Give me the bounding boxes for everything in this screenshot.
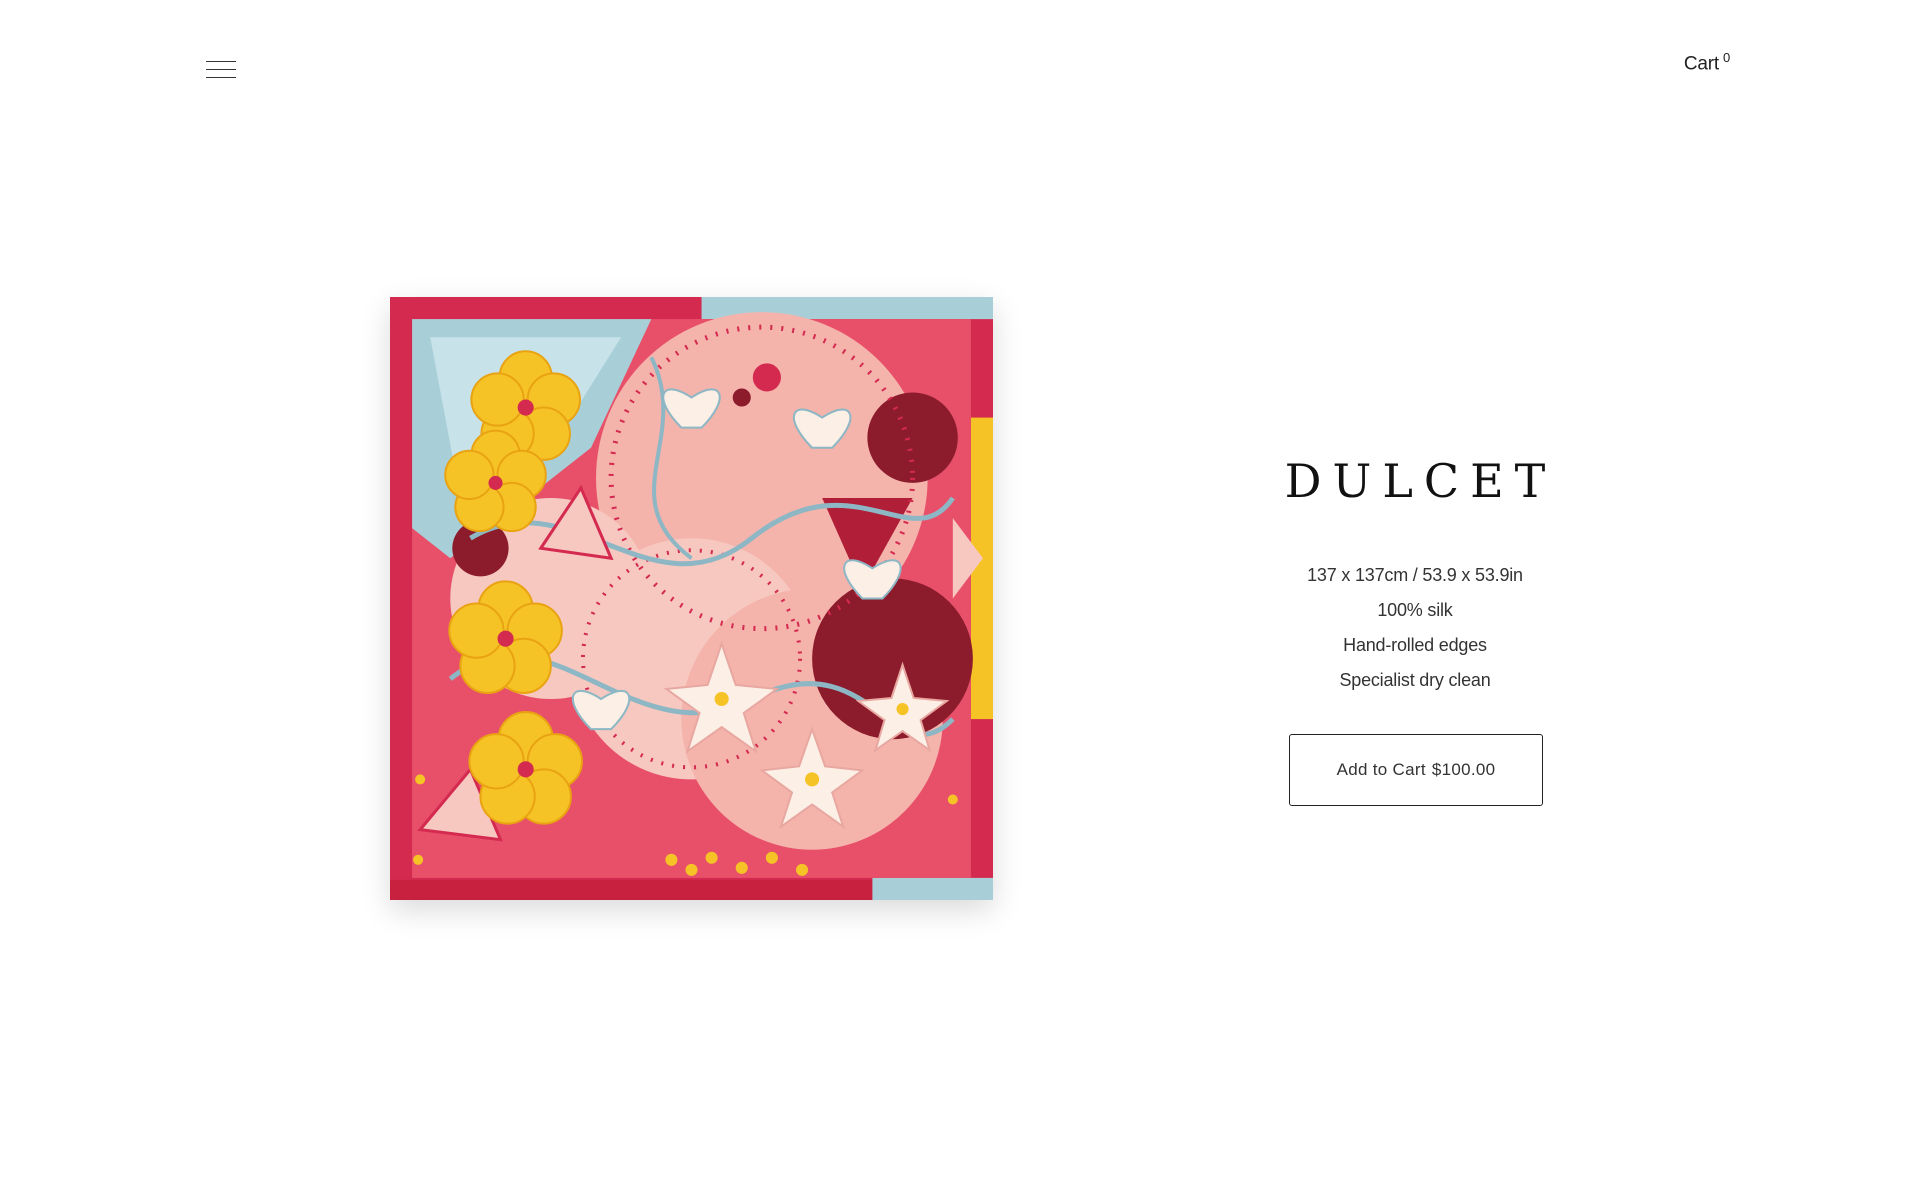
cart-label: Cart bbox=[1683, 53, 1719, 75]
cart-link[interactable]: Cart 0 bbox=[1684, 50, 1730, 75]
add-to-cart-button[interactable]: Add to Cart $100.00 bbox=[1289, 734, 1543, 806]
spec-care: Specialist dry clean bbox=[1339, 670, 1491, 690]
spec-size: 137 x 137cm / 53.9 x 53.9in bbox=[1307, 565, 1523, 585]
hamburger-menu-icon[interactable] bbox=[206, 58, 236, 82]
spec-edges: Hand-rolled edges bbox=[1343, 635, 1487, 655]
product-price: $100.00 bbox=[1431, 760, 1496, 779]
cart-count-badge: 0 bbox=[1722, 50, 1730, 65]
scarf-pattern-image bbox=[390, 297, 993, 900]
spec-material: 100% silk bbox=[1377, 600, 1453, 620]
product-page: Cart 0 DULCET 137 x 137cm / 53.9 x 53.9i… bbox=[0, 0, 1920, 1200]
product-title: DULCET bbox=[1284, 454, 1557, 508]
product-specs: 137 x 137cm / 53.9 x 53.9in 100% silk Ha… bbox=[1215, 558, 1615, 698]
product-image[interactable] bbox=[390, 297, 993, 900]
add-to-cart-label: Add to Cart bbox=[1336, 760, 1426, 779]
